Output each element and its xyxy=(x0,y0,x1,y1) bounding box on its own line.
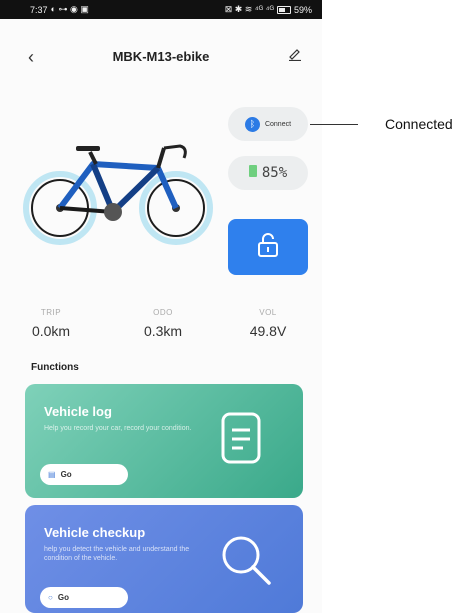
callout-line xyxy=(310,124,358,125)
functions-heading: Functions xyxy=(31,362,79,373)
card-description: help you detect the vehicle and understa… xyxy=(44,546,190,562)
list-icon: ▤ xyxy=(48,470,56,479)
card-title: Vehicle log xyxy=(44,404,112,419)
stat-label: ODO xyxy=(153,308,173,317)
status-battery: 59% xyxy=(293,4,312,15)
stat-label: TRIP xyxy=(40,308,62,317)
unlock-button[interactable] xyxy=(228,219,308,275)
edit-icon[interactable] xyxy=(288,47,302,64)
go-label: Go xyxy=(57,593,69,602)
card-title: Vehicle checkup xyxy=(44,525,146,540)
header: ‹ MBK-M13-ebike xyxy=(0,19,322,89)
page-title: MBK-M13-ebike xyxy=(112,49,210,64)
battery-level-pill: 85% xyxy=(228,156,308,190)
stat-trip: TRIP 0.0km xyxy=(11,308,91,339)
bluetooth-icon: ᛒ xyxy=(244,116,260,132)
connect-button[interactable]: ᛒ Connect xyxy=(228,107,308,141)
battery-level-value: 85% xyxy=(261,165,288,181)
stat-vol: VOL 49.8V xyxy=(228,308,308,339)
unlock-icon xyxy=(257,232,279,262)
go-label: Go xyxy=(60,470,72,479)
stat-value: 0.3km xyxy=(143,323,183,339)
vehicle-checkup-card[interactable]: Vehicle checkup help you detect the vehi… xyxy=(25,505,303,613)
status-time: 7:37 xyxy=(30,4,48,15)
vehicle-log-card[interactable]: Vehicle log Help you record your car, re… xyxy=(25,384,303,498)
phone-screen: 7:37 ◐ ⊶ ◉ ▣ ⊠ ✱ ≋ ⁴ᴳ ⁴ᴳ 59% ‹ MBK-M13-e… xyxy=(0,0,322,613)
status-icons-right: ⊠ ✱ ≋ ⁴ᴳ ⁴ᴳ xyxy=(224,4,274,14)
go-button[interactable]: ▤ Go xyxy=(40,464,128,485)
stat-odo: ODO 0.3km xyxy=(123,308,203,339)
document-icon xyxy=(221,412,261,469)
go-button[interactable]: ○ Go xyxy=(40,587,128,608)
battery-level-icon xyxy=(248,164,257,182)
magnifier-icon xyxy=(219,533,275,594)
bike-image xyxy=(18,130,218,260)
stat-value: 49.8V xyxy=(249,323,287,339)
callout-label: Connected xyxy=(385,116,453,132)
battery-icon xyxy=(276,5,291,14)
stat-value: 0.0km xyxy=(31,323,71,339)
connect-label: Connect xyxy=(264,120,292,128)
status-icons-left: ◐ ⊶ ◉ ▣ xyxy=(50,4,89,14)
search-icon: ○ xyxy=(48,593,53,602)
card-description: Help you record your car, record your co… xyxy=(44,425,192,432)
status-bar: 7:37 ◐ ⊶ ◉ ▣ ⊠ ✱ ≋ ⁴ᴳ ⁴ᴳ 59% xyxy=(0,0,322,19)
stat-label: VOL xyxy=(259,308,277,317)
